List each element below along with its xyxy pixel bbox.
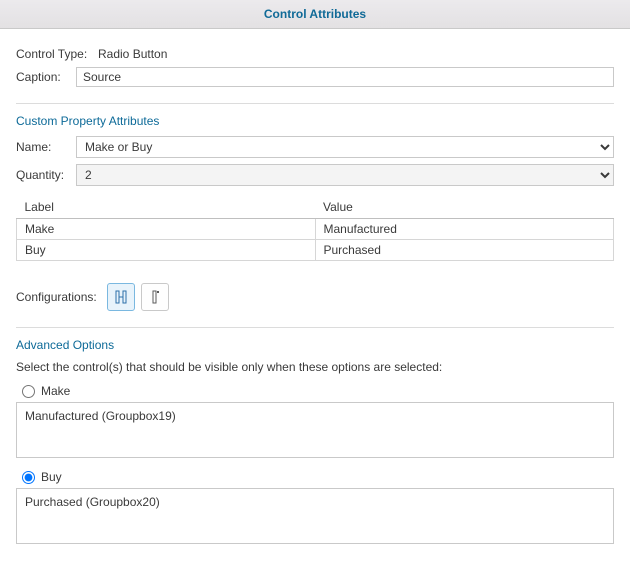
- quantity-select[interactable]: 2: [76, 164, 614, 186]
- name-select[interactable]: Make or Buy: [76, 136, 614, 158]
- radio-make-label: Make: [41, 384, 70, 398]
- cell-label[interactable]: Buy: [17, 240, 316, 261]
- list-item[interactable]: Manufactured (Groupbox19): [25, 409, 605, 423]
- section-separator-2: [16, 327, 614, 328]
- table-header-row: Label Value: [17, 196, 614, 219]
- config-linked-icon-button[interactable]: [107, 283, 135, 311]
- caption-row: Caption:: [16, 67, 614, 87]
- title-bar: Control Attributes: [0, 0, 630, 29]
- quantity-row: Quantity: 2: [16, 164, 614, 186]
- config-single-icon-button[interactable]: [141, 283, 169, 311]
- radio-option-make[interactable]: Make: [22, 384, 614, 398]
- cell-value[interactable]: Purchased: [315, 240, 614, 261]
- custom-props-title: Custom Property Attributes: [16, 114, 614, 128]
- main-panel: Control Type: Radio Button Caption: Cust…: [0, 29, 630, 544]
- configurations-label: Configurations:: [16, 290, 97, 304]
- control-type-row: Control Type: Radio Button: [16, 47, 614, 61]
- name-row: Name: Make or Buy: [16, 136, 614, 158]
- control-type-value: Radio Button: [96, 47, 614, 61]
- page-title: Control Attributes: [264, 7, 366, 21]
- radio-option-buy[interactable]: Buy: [22, 470, 614, 484]
- col-label-header: Label: [17, 196, 316, 219]
- advanced-description: Select the control(s) that should be vis…: [16, 360, 614, 374]
- advanced-title: Advanced Options: [16, 338, 614, 352]
- control-type-label: Control Type:: [16, 47, 96, 61]
- configurations-row: Configurations:: [16, 283, 614, 311]
- name-label: Name:: [16, 140, 76, 154]
- col-value-header: Value: [315, 196, 614, 219]
- cell-label[interactable]: Make: [17, 219, 316, 240]
- radio-buy-label: Buy: [41, 470, 62, 484]
- list-item[interactable]: Purchased (Groupbox20): [25, 495, 605, 509]
- radio-buy[interactable]: [22, 471, 35, 484]
- visible-controls-list-buy[interactable]: Purchased (Groupbox20): [16, 488, 614, 544]
- cell-value[interactable]: Manufactured: [315, 219, 614, 240]
- quantity-label: Quantity:: [16, 168, 76, 182]
- section-separator-1: [16, 103, 614, 104]
- labels-values-table: Label Value Make Manufactured Buy Purcha…: [16, 196, 614, 261]
- linked-columns-icon: [113, 289, 129, 305]
- table-row[interactable]: Buy Purchased: [17, 240, 614, 261]
- visible-controls-list-make[interactable]: Manufactured (Groupbox19): [16, 402, 614, 458]
- caption-label: Caption:: [16, 70, 76, 84]
- table-row[interactable]: Make Manufactured: [17, 219, 614, 240]
- caption-input[interactable]: [76, 67, 614, 87]
- single-column-icon: [147, 289, 163, 305]
- radio-make[interactable]: [22, 385, 35, 398]
